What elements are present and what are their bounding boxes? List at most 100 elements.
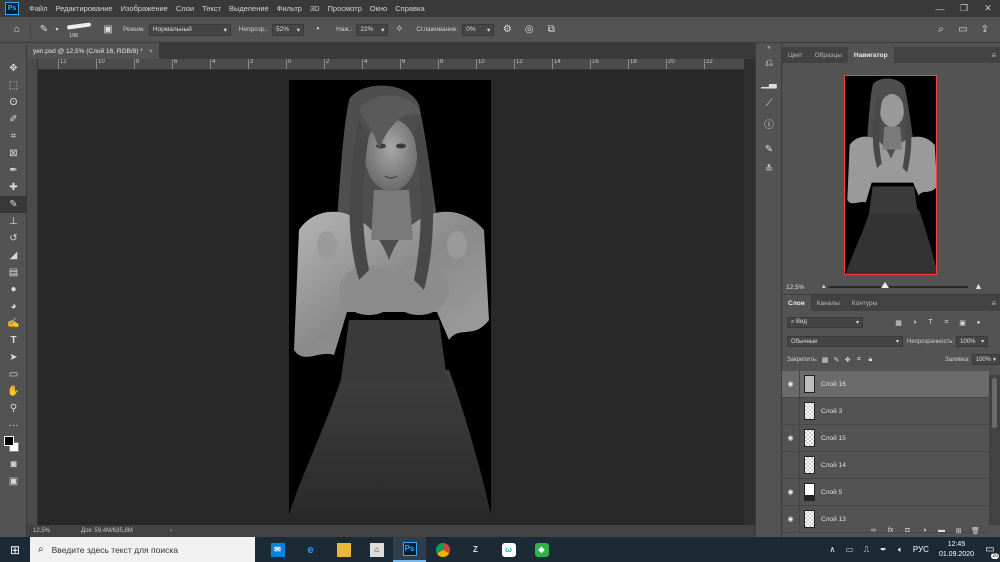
menu-item[interactable]: Слои [172,4,198,13]
mode-select[interactable]: Нормальный ▾ [148,23,231,36]
marquee-tool-icon[interactable]: ⬚ [0,77,27,94]
zoom-in-icon[interactable]: ▲ [974,281,983,291]
pressure-size-icon[interactable]: ◎ [520,21,538,39]
menu-item[interactable]: Справка [391,4,428,13]
layer-opacity-input[interactable]: 100% ▾ [956,336,989,347]
menu-item[interactable]: Выделение [225,4,273,13]
layer-row[interactable]: ◉ Слой 16 [782,370,989,398]
menu-item[interactable]: 3D [306,4,324,13]
tab-color[interactable]: Цвет [782,47,809,63]
layer-row[interactable]: ◉ Слой 15 [782,424,989,452]
w-app-icon[interactable]: ω [492,537,525,562]
gear-icon[interactable]: ⚙ [498,21,516,39]
layer-visibility-toggle[interactable]: ◉ [782,451,800,479]
status-arrow-icon[interactable]: › [170,528,172,534]
properties-icon[interactable]: ≛ [756,159,782,179]
fill-input[interactable]: 100% ▾ [971,354,1000,365]
screen-mode-icon[interactable]: ▣ [0,473,27,490]
close-icon[interactable]: ✕ [976,0,1000,17]
close-icon[interactable]: × [149,48,153,55]
layer-row[interactable]: ◉ Слой 3 [782,397,989,425]
language-indicator[interactable]: РУС [913,545,929,554]
menu-item[interactable]: Файл [25,4,51,13]
taskbar-clock[interactable]: 12:45 01.09.2020 [939,540,974,560]
layer-visibility-toggle[interactable]: ◉ [782,505,800,533]
zoom-out-icon[interactable]: ▴ [822,282,826,290]
volume-icon[interactable]: 🔈︎ [894,545,907,555]
info-icon[interactable]: ⓘ [756,113,782,133]
navigator-thumbnail[interactable] [844,75,937,275]
tab-channels[interactable]: Каналы [811,295,846,311]
more-tools-icon[interactable]: ··· [0,417,27,434]
photoshop-app-icon[interactable]: Ps [393,537,426,562]
lock-all-icon[interactable]: 🔒︎ [866,354,875,365]
taskbar-search[interactable]: ⌕ Введите здесь текст для поиска [30,537,255,562]
status-zoom[interactable]: 12,5% [27,528,81,534]
edge-app-icon[interactable]: e [294,537,327,562]
pressure-input[interactable]: 22% ▾ [356,23,389,36]
network-icon[interactable]: ▭ [843,545,856,554]
zoom-tool-icon[interactable]: ⚲ [0,400,27,417]
trash-icon[interactable]: 🗑︎ [970,525,981,536]
blur-tool-icon[interactable]: ● [0,281,27,298]
brush-settings-icon[interactable]: ⟋ [756,93,782,113]
menu-item[interactable]: Текст [198,4,225,13]
explorer-app-icon[interactable] [327,537,360,562]
eraser-tool-icon[interactable]: ◢ [0,247,27,264]
new-layer-icon[interactable]: ⊞ [953,525,964,536]
filter-smart-object-icon[interactable]: ▣ [957,317,968,328]
quick-mask-icon[interactable]: ◙ [0,456,27,473]
share-icon[interactable]: ⇪ [976,21,994,39]
eyedropper-tool-icon[interactable]: ✒ [0,162,27,179]
filter-toggle-icon[interactable]: ● [973,317,984,328]
menu-item[interactable]: Изображение [117,4,172,13]
pressure-opacity-icon[interactable]: ◔ [308,21,326,39]
history-brush-tool-icon[interactable]: ↺ [0,230,27,247]
add-mask-icon[interactable]: ◘ [902,525,913,536]
vertical-scrollbar[interactable] [744,59,755,525]
tab-paths[interactable]: Контуры [846,295,884,311]
smoothing-input[interactable]: 0% ▾ [462,23,495,36]
brush-settings-icon[interactable]: ▣ [99,21,117,39]
crop-tool-icon[interactable]: ⌗ [0,128,27,145]
menu-item[interactable]: Окно [366,4,391,13]
layer-visibility-toggle[interactable]: ◉ [782,478,800,506]
hand-tool-icon[interactable]: ✋ [0,383,27,400]
tab-layers[interactable]: Слои [782,295,811,311]
chevron-down-icon[interactable]: ▾ [53,21,61,39]
filter-adjustment-icon[interactable]: ◑ [909,317,920,328]
clone-stamp-tool-icon[interactable]: ⊥ [0,213,27,230]
maximize-icon[interactable]: ❐ [952,0,976,17]
notifications-icon[interactable]: ▭ 20 [980,537,1000,562]
lock-image-icon[interactable]: ✎ [832,354,841,365]
layer-visibility-toggle[interactable]: ◉ [782,397,800,425]
minimize-icon[interactable]: — [928,0,952,17]
menu-item[interactable]: Просмотр [324,4,366,13]
link-layers-icon[interactable]: ∞ [868,525,879,536]
zoom-slider-handle[interactable] [881,282,889,288]
mail-app-icon[interactable]: ✉ [261,537,294,562]
zbrush-app-icon[interactable]: Z [459,537,492,562]
move-tool-icon[interactable]: ✥ [0,60,27,77]
panel-menu-icon[interactable]: ≡ [991,51,996,60]
symmetry-icon[interactable]: ⧉ [542,21,560,39]
lasso-tool-icon[interactable]: ʘ [0,94,27,111]
search-icon[interactable]: ⌕ [932,21,950,39]
path-selection-tool-icon[interactable]: ➤ [0,349,27,366]
blend-mode-select[interactable]: Обычные ▾ [787,336,903,347]
history-icon[interactable]: ⎌ [756,53,782,73]
layer-filter-select[interactable]: ⌕ Вид ▾ [787,317,863,328]
tab-navigator[interactable]: Навигатор [847,47,894,63]
layer-row[interactable]: ◉ Слой 14 [782,451,989,479]
gradient-tool-icon[interactable]: ▤ [0,264,27,281]
green-app-icon[interactable]: ◆ [525,537,558,562]
quick-selection-tool-icon[interactable]: ✐ [0,111,27,128]
chevron-up-icon[interactable]: ∧ [826,545,839,554]
adjustment-layer-icon[interactable]: ◑ [919,525,930,536]
filter-pixel-icon[interactable]: ▦ [893,317,904,328]
type-tool-icon[interactable]: T [0,332,27,349]
chrome-app-icon[interactable] [426,537,459,562]
workspace-icon[interactable]: ▭ [954,21,972,39]
airbrush-icon[interactable]: ✧ [390,21,408,39]
navigator-zoom-slider[interactable] [828,282,968,288]
